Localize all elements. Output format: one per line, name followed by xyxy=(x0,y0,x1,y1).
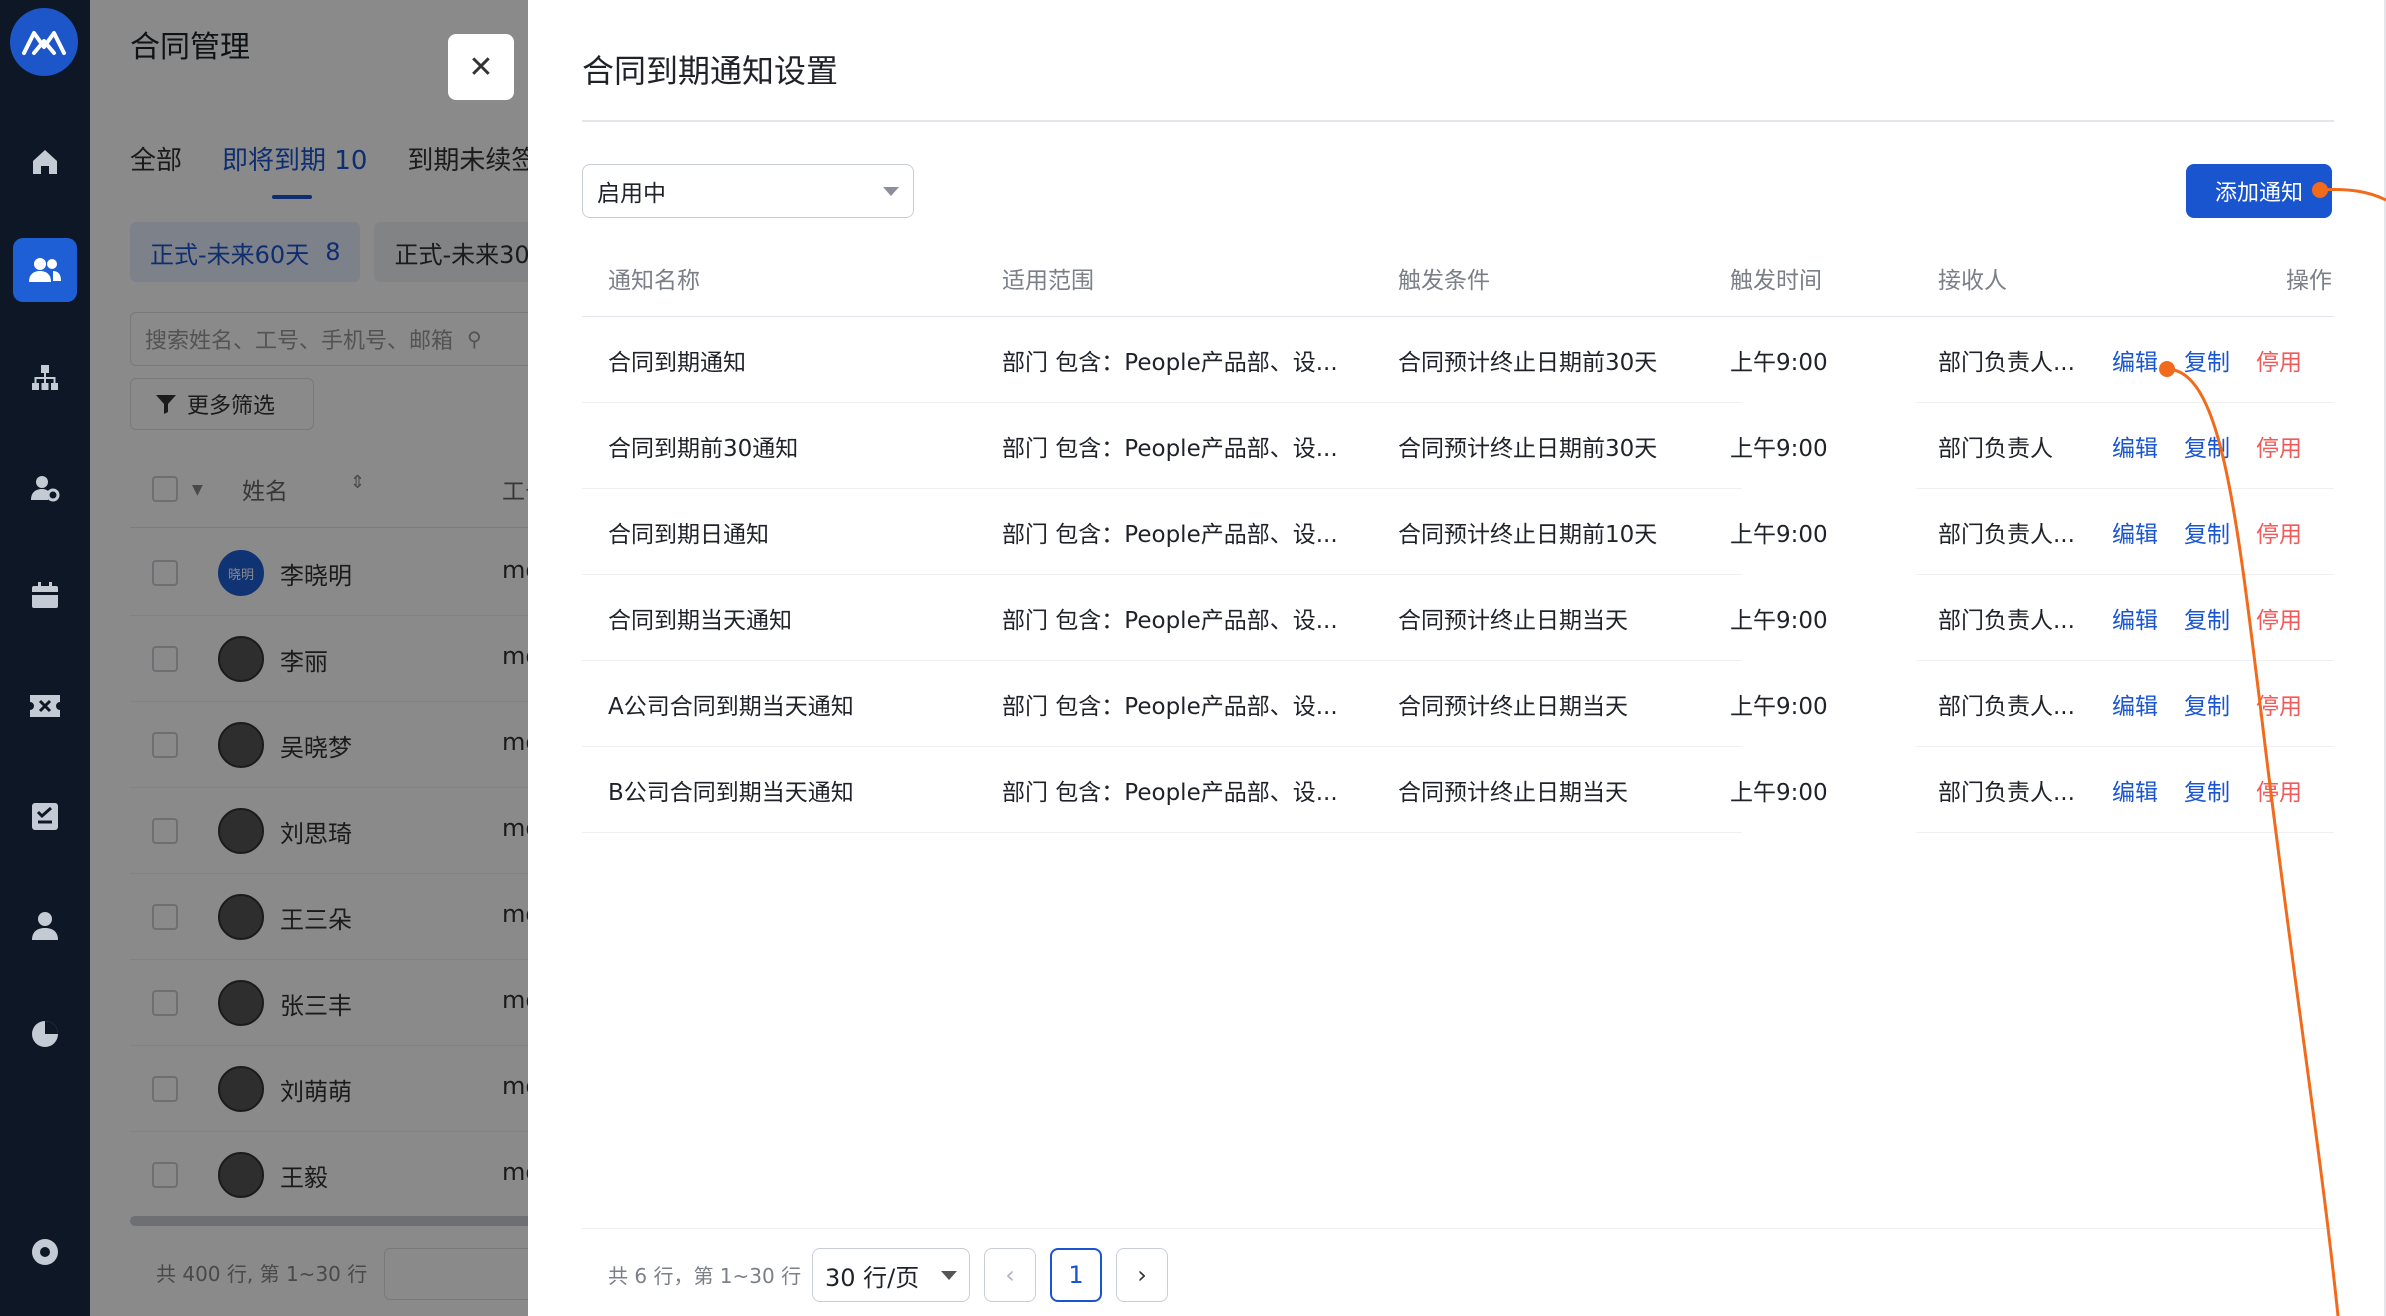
edit-link[interactable]: 编辑 xyxy=(2112,661,2158,747)
chevron-down-icon xyxy=(941,1271,957,1280)
disable-link[interactable]: 停用 xyxy=(2256,661,2302,747)
edit-link[interactable]: 编辑 xyxy=(2112,403,2158,489)
edit-link[interactable]: 编辑 xyxy=(2112,489,2158,575)
notice-name: 合同到期日通知 xyxy=(608,522,769,548)
prev-page-button[interactable]: ‹ xyxy=(984,1248,1036,1302)
row-divider xyxy=(1916,832,2334,833)
modal-overlay[interactable] xyxy=(90,0,528,1316)
row-divider xyxy=(582,832,1742,833)
column-scope: 适用范围 xyxy=(1002,268,1094,294)
disable-link[interactable]: 停用 xyxy=(2256,747,2302,833)
column-condition: 触发条件 xyxy=(1398,268,1490,294)
pagination-total: 共 6 行，第 1~30 行 xyxy=(608,1264,802,1288)
page-number-button[interactable]: 1 xyxy=(1050,1248,1102,1302)
notice-scope: 部门 包含：People产品部、设... xyxy=(1002,522,1338,548)
table-row: 合同到期通知 部门 包含：People产品部、设... 合同预计终止日期前30天… xyxy=(582,317,2334,403)
notice-scope: 部门 包含：People产品部、设... xyxy=(1002,608,1338,634)
ticket-icon[interactable] xyxy=(13,674,77,738)
notice-condition: 合同预计终止日期当天 xyxy=(1398,608,1628,634)
notice-time: 上午9:00 xyxy=(1730,436,1828,462)
table-row: 合同到期日通知 部门 包含：People产品部、设... 合同预计终止日期前10… xyxy=(582,489,2334,575)
notice-scope: 部门 包含：People产品部、设... xyxy=(1002,436,1338,462)
notification-settings-drawer: 合同到期通知设置 启用中 添加通知 通知名称 适用范围 触发条件 触发时间 接收… xyxy=(528,0,2386,1316)
copy-link[interactable]: 复制 xyxy=(2184,403,2230,489)
notice-name: 合同到期通知 xyxy=(608,350,746,376)
notice-condition: 合同预计终止日期前30天 xyxy=(1398,436,1658,462)
notice-name: 合同到期前30通知 xyxy=(608,436,799,462)
notice-time: 上午9:00 xyxy=(1730,522,1828,548)
notice-scope: 部门 包含：People产品部、设... xyxy=(1002,780,1338,806)
org-chart-icon[interactable] xyxy=(13,346,77,410)
pie-chart-icon[interactable] xyxy=(13,1002,77,1066)
home-icon[interactable] xyxy=(13,130,77,194)
notice-condition: 合同预计终止日期当天 xyxy=(1398,780,1628,806)
notice-receiver: 部门负责人... xyxy=(1938,780,2075,806)
notice-scope: 部门 包含：People产品部、设... xyxy=(1002,694,1338,720)
notice-scope: 部门 包含：People产品部、设... xyxy=(1002,350,1338,376)
notice-time: 上午9:00 xyxy=(1730,608,1828,634)
moka-logo-icon[interactable] xyxy=(10,8,78,76)
notice-receiver: 部门负责人... xyxy=(1938,694,2075,720)
notice-condition: 合同预计终止日期前30天 xyxy=(1398,350,1658,376)
close-drawer-button[interactable]: ✕ xyxy=(448,34,514,100)
column-receiver: 接收人 xyxy=(1938,268,2007,294)
disable-link[interactable]: 停用 xyxy=(2256,317,2302,403)
disable-link[interactable]: 停用 xyxy=(2256,403,2302,489)
person-icon[interactable] xyxy=(13,894,77,958)
status-select[interactable]: 启用中 xyxy=(582,164,914,218)
close-icon: ✕ xyxy=(468,50,494,84)
add-notification-button[interactable]: 添加通知 xyxy=(2186,164,2332,218)
disable-link[interactable]: 停用 xyxy=(2256,489,2302,575)
notice-receiver: 部门负责人 xyxy=(1938,436,2053,462)
edit-link[interactable]: 编辑 xyxy=(2112,747,2158,833)
notice-name: A公司合同到期当天通知 xyxy=(608,694,854,720)
settings-icon[interactable] xyxy=(13,1220,77,1284)
notice-receiver: 部门负责人... xyxy=(1938,350,2075,376)
people-icon[interactable] xyxy=(13,238,77,302)
copy-link[interactable]: 复制 xyxy=(2184,489,2230,575)
table-row: 合同到期前30通知 部门 包含：People产品部、设... 合同预计终止日期前… xyxy=(582,403,2334,489)
notice-time: 上午9:00 xyxy=(1730,694,1828,720)
edit-link[interactable]: 编辑 xyxy=(2112,317,2158,403)
column-actions: 操作 xyxy=(2286,268,2332,294)
notice-name: 合同到期当天通知 xyxy=(608,608,792,634)
edit-link[interactable]: 编辑 xyxy=(2112,575,2158,661)
notice-time: 上午9:00 xyxy=(1730,780,1828,806)
divider xyxy=(582,120,2334,122)
notice-time: 上午9:00 xyxy=(1730,350,1828,376)
copy-link[interactable]: 复制 xyxy=(2184,317,2230,403)
column-trigger-time: 触发时间 xyxy=(1730,268,1822,294)
status-select-value: 启用中 xyxy=(597,181,666,207)
page-size-select[interactable]: 30 行/页 xyxy=(812,1248,970,1302)
chevron-right-icon: › xyxy=(1137,1261,1147,1289)
notice-name: B公司合同到期当天通知 xyxy=(608,780,854,806)
table-row: A公司合同到期当天通知 部门 包含：People产品部、设... 合同预计终止日… xyxy=(582,661,2334,747)
user-settings-icon[interactable] xyxy=(13,456,77,520)
page-size-value: 30 行/页 xyxy=(825,1263,920,1292)
copy-link[interactable]: 复制 xyxy=(2184,661,2230,747)
table-row: 合同到期当天通知 部门 包含：People产品部、设... 合同预计终止日期当天… xyxy=(582,575,2334,661)
pagination-divider xyxy=(582,1228,2334,1229)
notice-receiver: 部门负责人... xyxy=(1938,608,2075,634)
left-nav xyxy=(0,0,90,1316)
table-row: B公司合同到期当天通知 部门 包含：People产品部、设... 合同预计终止日… xyxy=(582,747,2334,833)
column-notice-name: 通知名称 xyxy=(608,268,700,294)
notice-condition: 合同预计终止日期当天 xyxy=(1398,694,1628,720)
copy-link[interactable]: 复制 xyxy=(2184,575,2230,661)
chevron-left-icon: ‹ xyxy=(1005,1261,1015,1289)
disable-link[interactable]: 停用 xyxy=(2256,575,2302,661)
notice-condition: 合同预计终止日期前10天 xyxy=(1398,522,1658,548)
calendar-icon[interactable] xyxy=(13,564,77,628)
drawer-title: 合同到期通知设置 xyxy=(582,52,839,90)
copy-link[interactable]: 复制 xyxy=(2184,747,2230,833)
checklist-icon[interactable] xyxy=(13,784,77,848)
next-page-button[interactable]: › xyxy=(1116,1248,1168,1302)
chevron-down-icon xyxy=(883,187,899,196)
notice-receiver: 部门负责人... xyxy=(1938,522,2075,548)
